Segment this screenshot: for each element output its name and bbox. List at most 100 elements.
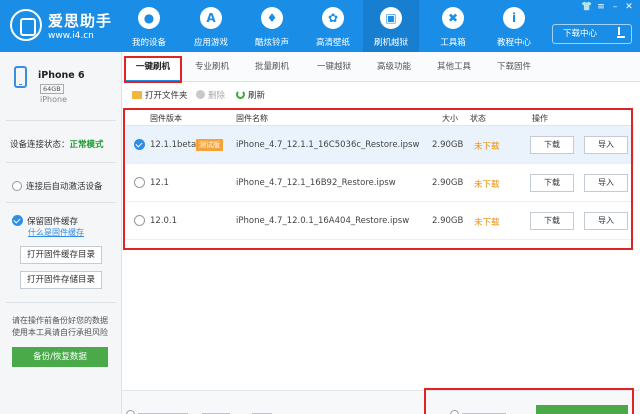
connection-status: 设备连接状态：正常模式 xyxy=(10,138,104,150)
top-header: 爱思助手 www.i4.cn ● 我的设备 A 应用游戏 ♦ 酷炫铃声 ✿ 高清… xyxy=(0,0,640,52)
bell-icon: ♦ xyxy=(261,7,283,29)
box-icon: ▣ xyxy=(380,7,402,29)
firmware-size: 2.90GB xyxy=(432,178,464,188)
minimize-icon[interactable]: – xyxy=(608,2,622,12)
auto-activate-label: 连接后自动激活设备 xyxy=(26,182,103,192)
firmware-size: 2.90GB xyxy=(432,140,464,150)
device-model: iPhone xyxy=(40,95,68,104)
import-button[interactable]: 导入 xyxy=(584,136,628,154)
tab-download-firmware[interactable]: 下载固件 xyxy=(486,52,542,82)
tab-other-tools[interactable]: 其他工具 xyxy=(426,52,482,82)
main-panel: 一键刷机 专业刷机 批量刷机 一键越狱 高级功能 其他工具 下载固件 打开文件夹… xyxy=(122,52,640,414)
firmware-version: 12.1.1beta xyxy=(150,140,197,150)
radio-icon[interactable] xyxy=(134,177,145,188)
backup-restore-button[interactable]: 备份/恢复数据 xyxy=(12,347,108,367)
nav-label: 刷机越狱 xyxy=(373,38,408,48)
menu-icon[interactable]: ≡ xyxy=(594,2,608,12)
brand-name: 爱思助手 xyxy=(48,12,113,30)
nav-wallpapers[interactable]: ✿ 高清壁纸 xyxy=(305,0,361,52)
tab-batch-flash[interactable]: 批量刷机 xyxy=(244,52,300,82)
risk-note: 请在操作前备份好您的数据 使用本工具请自行承担风险 xyxy=(12,315,108,339)
download-icon xyxy=(617,27,625,38)
function-tabs: 一键刷机 专业刷机 批量刷机 一键越狱 高级功能 其他工具 下载固件 xyxy=(122,52,640,82)
download-button[interactable]: 下载 xyxy=(530,174,574,192)
col-size: 大小 xyxy=(442,114,458,123)
firmware-row[interactable]: 12.1 iPhone_4.7_12.1_16B92_Restore.ipsw … xyxy=(126,164,634,202)
note-line: 使用本工具请自行承担风险 xyxy=(12,328,108,337)
checked-icon[interactable] xyxy=(12,215,23,226)
beta-badge: 测试版 xyxy=(196,139,223,151)
device-sidebar: iPhone 6 64GB iPhone 设备连接状态：正常模式 连接后自动激活… xyxy=(0,52,122,414)
firmware-version: 12.0.1 xyxy=(150,216,178,226)
delete-icon xyxy=(196,90,205,99)
radio-icon[interactable] xyxy=(126,410,135,414)
tools-icon: ✖ xyxy=(442,7,464,29)
i4-logo-icon xyxy=(10,9,42,41)
nav-label: 高清壁纸 xyxy=(315,38,350,48)
tab-pro-flash[interactable]: 专业刷机 xyxy=(184,52,240,82)
nav-label: 教程中心 xyxy=(496,38,531,48)
firmware-size: 2.90GB xyxy=(432,216,464,226)
brand-url: www.i4.cn xyxy=(48,31,94,41)
firmware-row[interactable]: 12.1.1beta 测试版 iPhone_4.7_12.1.1_16C5036… xyxy=(126,126,634,164)
import-button[interactable]: 导入 xyxy=(584,212,628,230)
col-version: 固件版本 xyxy=(150,114,182,123)
nav-apps-games[interactable]: A 应用游戏 xyxy=(183,0,239,52)
col-status: 状态 xyxy=(470,114,486,123)
device-name: iPhone 6 xyxy=(38,70,85,81)
folder-icon xyxy=(132,91,142,99)
download-button[interactable]: 下载 xyxy=(530,212,574,230)
open-cache-dir-button[interactable]: 打开固件缓存目录 xyxy=(20,246,102,264)
import-button[interactable]: 导入 xyxy=(584,174,628,192)
auto-activate-option[interactable]: 连接后自动激活设备 xyxy=(12,180,103,192)
radio-icon[interactable] xyxy=(134,215,145,226)
connection-status-value: 正常模式 xyxy=(69,140,104,150)
what-is-cache-link[interactable]: 什么是固件缓存 xyxy=(28,227,84,238)
radio-icon[interactable] xyxy=(12,181,22,191)
refresh-label: 刷新 xyxy=(248,91,266,101)
apple-icon: ● xyxy=(138,7,160,29)
divider xyxy=(6,302,116,303)
nav-label: 工具箱 xyxy=(440,38,466,48)
nav-flash-jailbreak[interactable]: ▣ 刷机越狱 xyxy=(363,0,419,52)
keep-firmware-label: 保留固件缓存 xyxy=(27,217,79,227)
keep-firmware-cache-option[interactable]: 保留固件缓存 xyxy=(12,215,78,227)
divider xyxy=(6,202,116,203)
col-name: 固件名称 xyxy=(236,114,268,123)
divider xyxy=(6,162,116,163)
nav-tutorials[interactable]: i 教程中心 xyxy=(486,0,542,52)
window-controls: 👕 ≡ – ✕ xyxy=(580,2,636,12)
firmware-row[interactable]: 12.0.1 iPhone_4.7_12.0.1_16A404_Restore.… xyxy=(126,202,634,240)
selected-radio-icon[interactable] xyxy=(134,139,145,150)
download-center-label: 下载中心 xyxy=(563,29,598,39)
refresh-button[interactable]: 刷新 xyxy=(236,89,265,101)
open-folder-label: 打开文件夹 xyxy=(145,91,188,101)
device-capacity-badge: 64GB xyxy=(40,84,64,94)
delete-button[interactable]: 删除 xyxy=(196,89,225,101)
nav-label: 酷炫铃声 xyxy=(254,38,289,48)
firmware-name: iPhone_4.7_12.1_16B92_Restore.ipsw xyxy=(236,178,396,188)
open-folder-button[interactable]: 打开文件夹 xyxy=(132,89,188,101)
firmware-name: iPhone_4.7_12.0.1_16A404_Restore.ipsw xyxy=(236,216,410,226)
radio-icon[interactable] xyxy=(450,410,459,414)
open-storage-dir-button[interactable]: 打开固件存储目录 xyxy=(20,271,102,289)
phone-icon xyxy=(14,66,27,88)
firmware-status: 未下载 xyxy=(474,218,500,228)
download-center-button[interactable]: 下载中心 xyxy=(552,24,632,44)
nav-ringtones[interactable]: ♦ 酷炫铃声 xyxy=(244,0,300,52)
start-flash-button[interactable] xyxy=(536,405,628,414)
firmware-version: 12.1 xyxy=(150,178,169,188)
app-store-icon: A xyxy=(200,7,222,29)
nav-my-device[interactable]: ● 我的设备 xyxy=(121,0,177,52)
nav-toolbox[interactable]: ✖ 工具箱 xyxy=(425,0,481,52)
nav-label: 我的设备 xyxy=(131,38,166,48)
tab-one-click-flash[interactable]: 一键刷机 xyxy=(126,52,180,82)
nav-label: 应用游戏 xyxy=(193,38,228,48)
gear-flower-icon: ✿ xyxy=(322,7,344,29)
close-icon[interactable]: ✕ xyxy=(622,2,636,12)
firmware-toolbar: 打开文件夹 删除 刷新 xyxy=(122,83,640,107)
tab-advanced[interactable]: 高级功能 xyxy=(366,52,422,82)
skin-icon[interactable]: 👕 xyxy=(580,2,594,12)
download-button[interactable]: 下载 xyxy=(530,136,574,154)
tab-one-click-jailbreak[interactable]: 一键越狱 xyxy=(306,52,362,82)
